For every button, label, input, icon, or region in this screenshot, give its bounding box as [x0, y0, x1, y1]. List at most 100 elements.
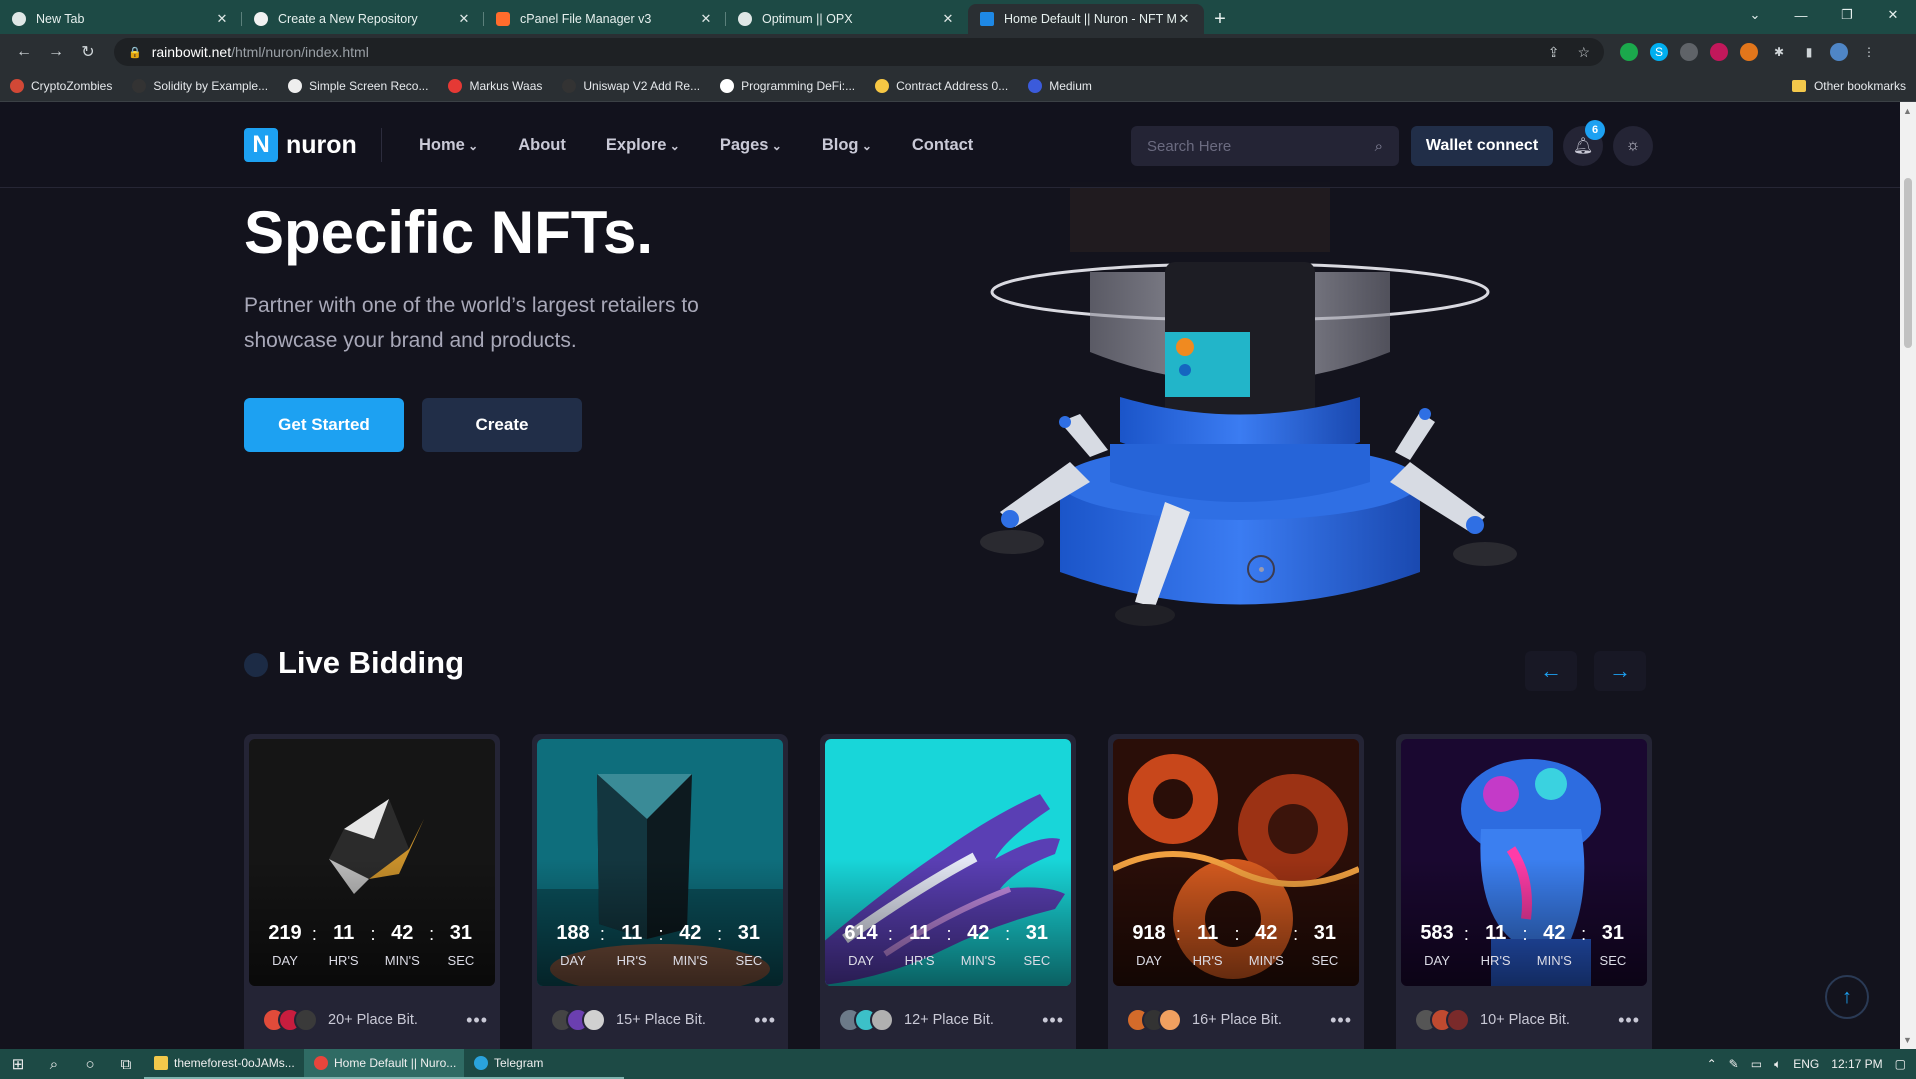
lock-icon[interactable]: 🔒 [128, 46, 142, 59]
avatar[interactable] [870, 1008, 894, 1032]
wallet-connect-button[interactable]: Wallet connect [1411, 126, 1553, 166]
bookmark-item[interactable]: Medium [1028, 78, 1092, 93]
more-options-icon[interactable]: ••• [1042, 1010, 1064, 1031]
metamask-extension-icon[interactable] [1740, 43, 1758, 61]
avatar[interactable] [1158, 1008, 1182, 1032]
back-icon[interactable]: ← [8, 43, 40, 61]
grammarly-extension-icon[interactable] [1620, 43, 1638, 61]
site-logo[interactable]: N nuron [244, 128, 357, 162]
bidder-avatars[interactable] [1126, 1008, 1182, 1032]
tab-search-icon[interactable]: ⌄ [1732, 0, 1778, 30]
carousel-prev-button[interactable]: ← [1525, 651, 1577, 691]
forward-icon[interactable]: → [40, 43, 72, 61]
nft-card[interactable]: 918 DAY:11 HR'S:42 MIN'S:31 SEC 16+ Place Bit… [1108, 734, 1364, 1049]
bookmark-item[interactable]: Programming DeFi:... [720, 78, 855, 93]
bookmark-item[interactable]: Solidity by Example... [132, 78, 268, 93]
page-scrollbar[interactable]: ▲ ▼ [1900, 102, 1916, 1049]
search-icon[interactable]: ⌕ [36, 1056, 72, 1073]
browser-tab-cpanel[interactable]: cPanel File Manager v3 ✕ [484, 4, 726, 34]
bidder-avatars[interactable] [838, 1008, 894, 1032]
nft-thumbnail[interactable]: 188 DAY:11 HR'S:42 MIN'S:31 SEC [537, 739, 783, 986]
pen-icon[interactable]: ✎ [1729, 1057, 1739, 1071]
menu-kebab-icon[interactable]: ⋮ [1860, 43, 1878, 61]
browser-tab-nuron[interactable]: Home Default || Nuron - NFT Marketplace … [968, 4, 1204, 34]
share-icon[interactable]: ⇪ [1548, 44, 1560, 61]
bidder-avatars[interactable] [550, 1008, 606, 1032]
windows-start-icon[interactable]: ⊞ [0, 1055, 36, 1073]
cloud-extension-icon[interactable] [1680, 43, 1698, 61]
carousel-next-button[interactable]: → [1594, 651, 1646, 691]
network-icon[interactable]: ▭ [1751, 1057, 1762, 1071]
bookmark-item[interactable]: Simple Screen Reco... [288, 78, 428, 93]
more-options-icon[interactable]: ••• [1330, 1010, 1352, 1031]
back-to-top-button[interactable]: ↑ [1825, 975, 1869, 1019]
minimize-icon[interactable]: — [1778, 0, 1824, 30]
skype-extension-icon[interactable]: S [1650, 43, 1668, 61]
nft-card[interactable]: 188 DAY:11 HR'S:42 MIN'S:31 SEC 15+ Place Bit… [532, 734, 788, 1049]
search-input[interactable]: Search Here ⌕ [1131, 126, 1399, 166]
scrollbar-thumb[interactable] [1904, 178, 1912, 348]
nav-blog[interactable]: Blog [822, 136, 872, 155]
restore-icon[interactable]: ❐ [1824, 0, 1870, 30]
nav-home[interactable]: Home [419, 136, 478, 155]
notification-button[interactable]: 🔔︎ 6 [1563, 120, 1605, 166]
nav-about[interactable]: About [518, 136, 566, 155]
bookmark-item[interactable]: Uniswap V2 Add Re... [562, 78, 700, 93]
nft-thumbnail[interactable]: 918 DAY:11 HR'S:42 MIN'S:31 SEC [1113, 739, 1359, 986]
more-options-icon[interactable]: ••• [754, 1010, 776, 1031]
bidder-avatars[interactable] [262, 1008, 318, 1032]
browser-tab-new-tab[interactable]: New Tab ✕ [0, 4, 242, 34]
close-icon[interactable]: ✕ [456, 11, 472, 27]
avatar[interactable] [294, 1008, 318, 1032]
nft-card[interactable]: 219 DAY:11 HR'S:42 MIN'S:31 SEC 20+ Place Bit… [244, 734, 500, 1049]
taskbar-app-explorer[interactable]: themeforest-0oJAMs... [144, 1049, 304, 1079]
volume-icon[interactable]: 🔈︎ [1774, 1057, 1781, 1072]
close-window-icon[interactable]: ✕ [1870, 0, 1916, 30]
nft-thumbnail[interactable]: 614 DAY:11 HR'S:42 MIN'S:31 SEC [825, 739, 1071, 986]
close-icon[interactable]: ✕ [698, 11, 714, 27]
slider-pagination-dot[interactable] [1247, 555, 1275, 583]
tray-chevron-icon[interactable]: ⌃ [1707, 1057, 1717, 1071]
bookmark-star-icon[interactable]: ☆ [1577, 44, 1590, 61]
side-panel-icon[interactable]: ▮ [1800, 43, 1818, 61]
nft-card[interactable]: 583 DAY:11 HR'S:42 MIN'S:31 SEC 10+ Place Bit… [1396, 734, 1652, 1049]
clock[interactable]: 12:17 PM [1831, 1057, 1882, 1071]
puzzle-extensions-icon[interactable]: ✱ [1770, 43, 1788, 61]
task-view-icon[interactable]: ⧉ [108, 1056, 144, 1073]
browser-tab-github[interactable]: Create a New Repository ✕ [242, 4, 484, 34]
notifications-icon[interactable]: ▢ [1895, 1057, 1906, 1071]
more-options-icon[interactable]: ••• [1618, 1010, 1640, 1031]
bookmark-item[interactable]: Contract Address 0... [875, 78, 1008, 93]
new-tab-button[interactable]: + [1204, 4, 1236, 34]
cortana-icon[interactable]: ○ [72, 1056, 108, 1073]
nft-card[interactable]: 614 DAY:11 HR'S:42 MIN'S:31 SEC 12+ Place Bit… [820, 734, 1076, 1049]
search-icon[interactable]: ⌕ [1375, 138, 1383, 155]
scroll-down-icon[interactable]: ▼ [1903, 1035, 1912, 1045]
address-bar[interactable]: 🔒 rainbowit.net/html/nuron/index.html ⇪ … [114, 38, 1604, 66]
bidder-avatars[interactable] [1414, 1008, 1470, 1032]
record-extension-icon[interactable] [1710, 43, 1728, 61]
close-icon[interactable]: ✕ [214, 11, 230, 27]
bookmark-item[interactable]: CryptoZombies [10, 78, 112, 93]
close-icon[interactable]: ✕ [940, 11, 956, 27]
avatar[interactable] [1446, 1008, 1470, 1032]
taskbar-app-chrome[interactable]: Home Default || Nuro... [304, 1049, 464, 1079]
language-indicator[interactable]: ENG [1793, 1057, 1819, 1071]
get-started-button[interactable]: Get Started [244, 398, 404, 452]
nav-pages[interactable]: Pages [720, 136, 782, 155]
profile-avatar[interactable] [1830, 43, 1848, 61]
close-icon[interactable]: ✕ [1176, 11, 1192, 27]
scroll-up-icon[interactable]: ▲ [1903, 106, 1912, 116]
reload-icon[interactable]: ↻ [72, 42, 104, 62]
avatar[interactable] [582, 1008, 606, 1032]
create-button[interactable]: Create [422, 398, 582, 452]
other-bookmarks[interactable]: Other bookmarks [1791, 79, 1906, 93]
more-options-icon[interactable]: ••• [466, 1010, 488, 1031]
nft-thumbnail[interactable]: 219 DAY:11 HR'S:42 MIN'S:31 SEC [249, 739, 495, 986]
bookmark-item[interactable]: Markus Waas [448, 78, 542, 93]
browser-tab-optimum[interactable]: Optimum || OPX ✕ [726, 4, 968, 34]
nav-contact[interactable]: Contact [912, 136, 973, 155]
theme-toggle-button[interactable]: ☼ [1613, 126, 1653, 166]
nft-thumbnail[interactable]: 583 DAY:11 HR'S:42 MIN'S:31 SEC [1401, 739, 1647, 986]
nav-explore[interactable]: Explore [606, 136, 680, 155]
